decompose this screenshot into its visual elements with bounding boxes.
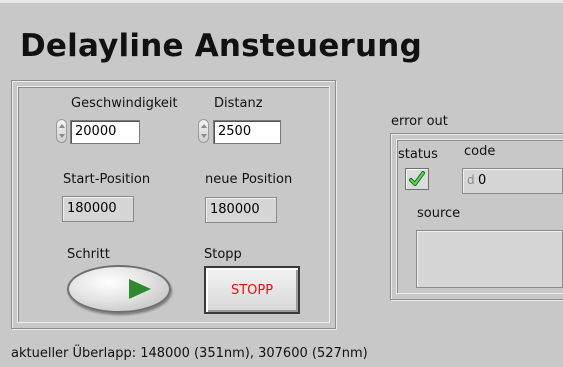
decrement-arrow-icon [59, 134, 65, 138]
new-position-label: neue Position [205, 172, 293, 187]
increment-arrow-icon [201, 124, 207, 128]
speed-stepper[interactable] [56, 119, 67, 143]
status-indicator [405, 168, 429, 190]
labview-front-panel: Delayline Ansteuerung Geschwindigkeit 20… [0, 0, 563, 367]
stop-button[interactable]: STOPP [204, 266, 300, 314]
distance-stepper[interactable] [198, 119, 209, 143]
stop-label: Stopp [204, 247, 242, 262]
source-label: source [417, 206, 461, 221]
distance-input[interactable]: 2500 [213, 120, 281, 144]
code-label: code [464, 144, 496, 159]
overlap-readout: aktueller Überlapp: 148000 (351nm), 3076… [11, 346, 368, 361]
step-button[interactable] [67, 265, 171, 313]
start-position-label: Start-Position [63, 172, 151, 187]
distance-label: Distanz [214, 96, 263, 111]
speed-input[interactable]: 20000 [70, 120, 140, 144]
error-out-label: error out [391, 114, 448, 129]
source-indicator [416, 230, 563, 288]
window-top-edge [0, 0, 563, 3]
step-label: Schritt [67, 247, 110, 262]
play-arrow-icon [129, 279, 151, 299]
increment-arrow-icon [59, 124, 65, 128]
status-label: status [398, 147, 438, 162]
panel-title: Delayline Ansteuerung [20, 28, 422, 64]
code-indicator: d 0 [462, 168, 563, 194]
start-position-indicator: 180000 [62, 196, 134, 222]
checkmark-icon [409, 171, 425, 186]
new-position-indicator: 180000 [205, 197, 277, 223]
decrement-arrow-icon [201, 134, 207, 138]
code-value: 0 [478, 173, 487, 188]
speed-label: Geschwindigkeit [71, 96, 178, 111]
code-type-prefix: d [467, 173, 475, 187]
